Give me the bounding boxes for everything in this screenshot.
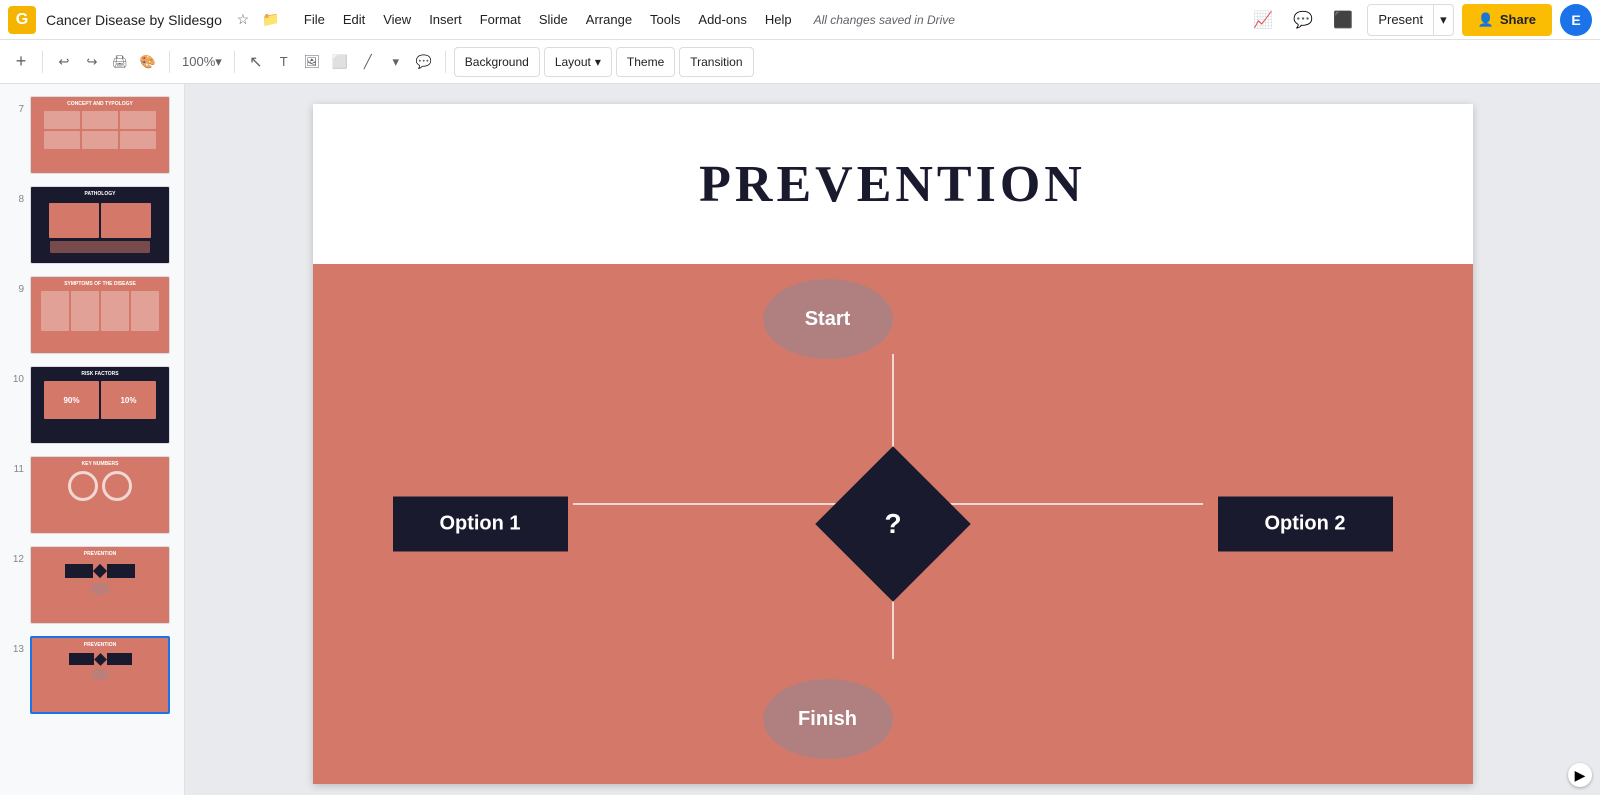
doc-action-icons: ☆ 📁: [232, 9, 282, 31]
menu-format[interactable]: Format: [472, 8, 529, 31]
finish-label: Finish: [798, 708, 857, 731]
slide-thumb-9[interactable]: 9 SYMPTOMS OF THE DISEASE: [0, 272, 184, 358]
slide-thumb-11[interactable]: 11 KEY NUMBERS: [0, 452, 184, 538]
line-dropdown[interactable]: ▾: [383, 47, 409, 77]
text-box-button[interactable]: T: [271, 47, 297, 77]
zoom-dropdown-icon: ▾: [215, 54, 222, 70]
document-title: Cancer Disease by Slidesgo: [46, 12, 222, 28]
zoom-level-display: 100%: [182, 54, 215, 69]
zoom-button[interactable]: 100% ▾: [178, 47, 226, 77]
slide-thumbnail-11: KEY NUMBERS: [30, 456, 170, 534]
bookmark-icon[interactable]: ☆: [232, 9, 254, 31]
select-tool-button[interactable]: ↖: [243, 47, 269, 77]
slide-thumbnail-13: PREVENTION: [30, 636, 170, 714]
slide-thumbnail-12: PREVENTION: [30, 546, 170, 624]
background-button[interactable]: Background: [454, 47, 540, 77]
slide-panel: 7 CONCEPT AND TYPOLOGY 8 PATHOLOGY: [0, 84, 185, 795]
print-button[interactable]: 🖨: [107, 47, 133, 77]
theme-button[interactable]: Theme: [616, 47, 675, 77]
toolbar: + ↩ ↪ 🖨 🎨 100% ▾ ↖ T 🖼 ⬜ ╱ ▾ 💬 Backgroun…: [0, 40, 1600, 84]
menu-tools[interactable]: Tools: [642, 8, 688, 31]
start-label: Start: [805, 308, 851, 331]
user-avatar[interactable]: E: [1560, 4, 1592, 36]
toolbar-separator-1: [42, 51, 43, 73]
toolbar-separator-3: [234, 51, 235, 73]
slide-canvas: PREVENTION: [313, 104, 1473, 784]
start-oval: Start: [763, 279, 893, 359]
slide-thumb-13[interactable]: 13 PREVENTION: [0, 632, 184, 718]
slide-thumbnail-9: SYMPTOMS OF THE DISEASE: [30, 276, 170, 354]
app-icon[interactable]: G: [8, 6, 36, 34]
option2-button: Option 2: [1218, 497, 1393, 552]
decision-diamond: ?: [815, 446, 971, 602]
share-icon: 👤: [1478, 12, 1494, 28]
shapes-button[interactable]: ⬜: [327, 47, 353, 77]
slide-title-area: PREVENTION: [313, 104, 1473, 264]
layout-label: Layout: [555, 55, 591, 69]
menu-file[interactable]: File: [296, 8, 333, 31]
option2-label: Option 2: [1264, 513, 1345, 536]
slide-num-12: 12: [8, 546, 24, 565]
present-mode-icon[interactable]: ⬛: [1327, 4, 1359, 36]
slide-thumbnail-10: RISK FACTORS 90% 10%: [30, 366, 170, 444]
redo-button[interactable]: ↪: [79, 47, 105, 77]
chat-icon[interactable]: 💬: [1287, 4, 1319, 36]
toolbar-zoom-group: 100% ▾: [178, 47, 226, 77]
menu-view[interactable]: View: [375, 8, 419, 31]
menu-insert[interactable]: Insert: [421, 8, 470, 31]
undo-button[interactable]: ↩: [51, 47, 77, 77]
share-label: Share: [1500, 12, 1536, 27]
toolbar-undo-group: ↩ ↪ 🖨 🎨: [51, 47, 161, 77]
slide-num-8: 8: [8, 186, 24, 205]
menu-addons[interactable]: Add-ons: [690, 8, 754, 31]
toolbar-separator-4: [445, 51, 446, 73]
slide-thumb-7[interactable]: 7 CONCEPT AND TYPOLOGY: [0, 92, 184, 178]
slide-thumb-8[interactable]: 8 PATHOLOGY: [0, 182, 184, 268]
toolbar-select-group: ↖ T 🖼 ⬜ ╱ ▾ 💬: [243, 47, 437, 77]
menu-help[interactable]: Help: [757, 8, 800, 31]
menu-arrange[interactable]: Arrange: [578, 8, 640, 31]
finish-oval: Finish: [763, 679, 893, 759]
comment-button[interactable]: 💬: [411, 47, 437, 77]
line-button[interactable]: ╱: [355, 47, 381, 77]
main-content: 7 CONCEPT AND TYPOLOGY 8 PATHOLOGY: [0, 84, 1600, 795]
layout-button[interactable]: Layout ▾: [544, 47, 612, 77]
slide-area[interactable]: PREVENTION: [185, 84, 1600, 795]
option1-label: Option 1: [439, 513, 520, 536]
trending-icon[interactable]: 📈: [1247, 4, 1279, 36]
slide-thumbnail-8: PATHOLOGY: [30, 186, 170, 264]
transition-button[interactable]: Transition: [679, 47, 753, 77]
image-button[interactable]: 🖼: [299, 47, 325, 77]
slide-num-13: 13: [8, 636, 24, 655]
layout-dropdown-icon: ▾: [595, 55, 601, 69]
slide-thumb-12[interactable]: 12 PREVENTION: [0, 542, 184, 628]
present-label: Present: [1368, 12, 1433, 27]
toolbar-add-group: +: [8, 47, 34, 77]
save-status: All changes saved in Drive: [814, 13, 955, 27]
present-dropdown-arrow[interactable]: ▾: [1433, 5, 1453, 35]
slide-num-7: 7: [8, 96, 24, 115]
paint-format-button[interactable]: 🎨: [135, 47, 161, 77]
slide-thumb-10[interactable]: 10 RISK FACTORS 90% 10%: [0, 362, 184, 448]
share-button[interactable]: 👤 Share: [1462, 4, 1552, 36]
slide-num-11: 11: [8, 456, 24, 475]
toolbar-separator-2: [169, 51, 170, 73]
folder-icon[interactable]: 📁: [260, 9, 282, 31]
option1-button: Option 1: [393, 497, 568, 552]
slide-title: PREVENTION: [699, 155, 1086, 214]
flowchart-container: Start ? Option 1 Option 2: [313, 264, 1473, 784]
top-bar-right: 📈 💬 ⬛ Present ▾ 👤 Share E: [1247, 4, 1592, 36]
menu-bar: File Edit View Insert Format Slide Arran…: [296, 8, 800, 31]
present-button[interactable]: Present ▾: [1367, 4, 1453, 36]
slide-num-9: 9: [8, 276, 24, 295]
menu-edit[interactable]: Edit: [335, 8, 373, 31]
slide-thumbnail-7: CONCEPT AND TYPOLOGY: [30, 96, 170, 174]
slide-num-10: 10: [8, 366, 24, 385]
scroll-right-button[interactable]: ▶: [1568, 763, 1592, 787]
decision-label: ?: [838, 469, 948, 579]
menu-slide[interactable]: Slide: [531, 8, 576, 31]
slide-flowchart-area: Start ? Option 1 Option 2: [313, 264, 1473, 784]
top-menu-bar: G Cancer Disease by Slidesgo ☆ 📁 File Ed…: [0, 0, 1600, 40]
add-button[interactable]: +: [8, 47, 34, 77]
